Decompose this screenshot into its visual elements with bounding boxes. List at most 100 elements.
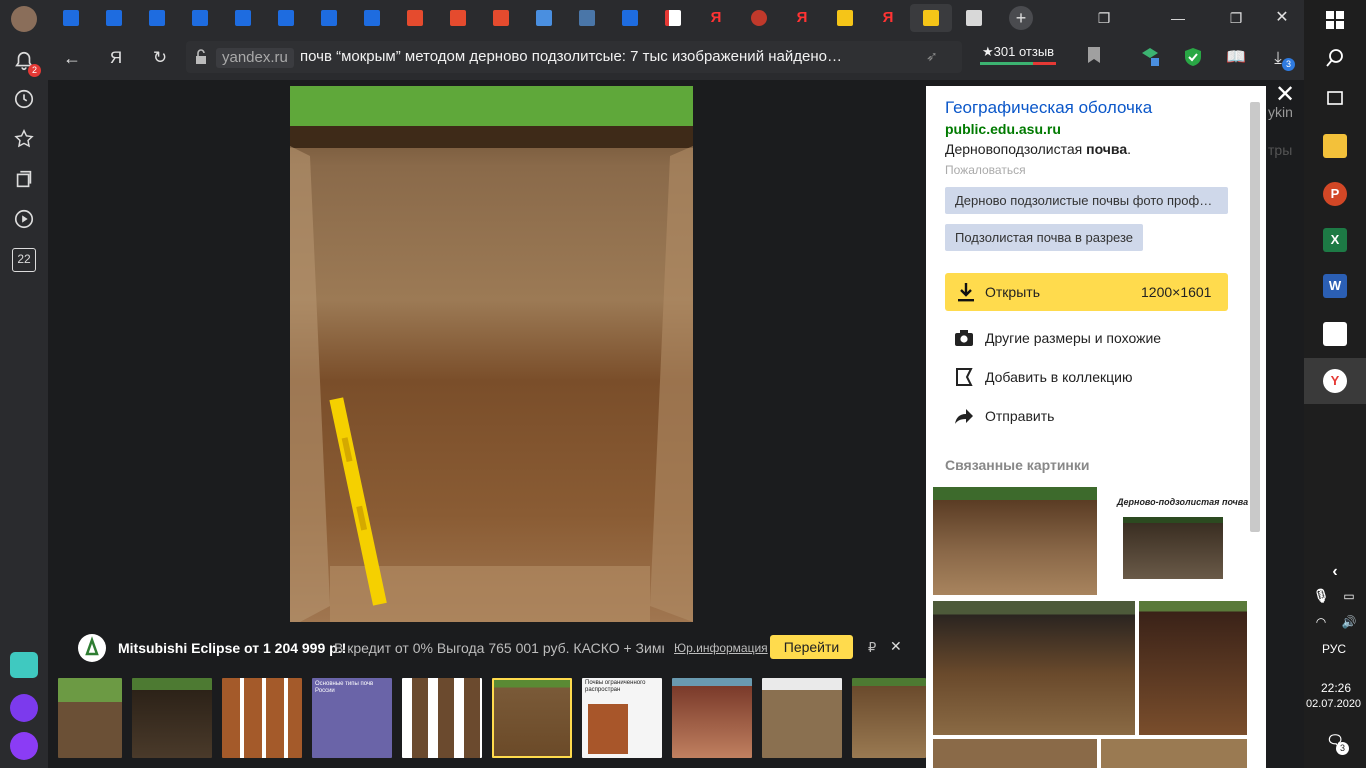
thumbnail-6-selected[interactable] — [492, 678, 572, 758]
tab-vivaldi-1[interactable] — [396, 4, 434, 32]
restore-button[interactable]: ❐ — [1224, 6, 1248, 30]
other-sizes-label: Другие размеры и похожие — [985, 330, 1162, 346]
microphone-icon[interactable]: 🎙 — [1312, 584, 1330, 608]
bookmark-icon[interactable] — [1082, 46, 1106, 70]
task-view-icon[interactable] — [1323, 88, 1347, 112]
calendar-icon[interactable]: 22 — [12, 248, 36, 272]
battery-icon[interactable]: ▭ — [1338, 584, 1360, 608]
ad-currency-icon: ₽ — [868, 640, 877, 655]
yandex-browser-icon[interactable]: Y — [1323, 369, 1347, 393]
thumbnail-9[interactable] — [762, 678, 842, 758]
tab-mail-3[interactable] — [138, 4, 176, 32]
report-link[interactable]: Пожаловаться — [945, 163, 1026, 177]
open-image-button[interactable]: Открыть 1200×1601 — [945, 273, 1228, 311]
volume-icon[interactable]: 🔊 — [1338, 610, 1360, 634]
ad-cta-button[interactable]: Перейти — [770, 635, 853, 659]
video-play-icon[interactable] — [12, 208, 36, 232]
tab-mail-6[interactable] — [267, 4, 305, 32]
chevron-up-icon[interactable]: ‹ — [1323, 560, 1347, 584]
new-tab-button[interactable]: + — [1009, 6, 1033, 30]
history-icon[interactable] — [12, 88, 36, 112]
tab-vivaldi-2[interactable] — [439, 4, 477, 32]
reviews-badge[interactable]: ★301 отзыв — [978, 44, 1058, 68]
related-image-4[interactable] — [1139, 601, 1247, 735]
related-image-5[interactable] — [933, 739, 1097, 768]
thumbnail-3[interactable] — [222, 678, 302, 758]
ad-close-icon[interactable]: ✕ — [890, 638, 902, 655]
thumbnail-10[interactable] — [852, 678, 926, 758]
excel-icon[interactable]: X — [1323, 228, 1347, 252]
panel-scrollbar[interactable] — [1250, 102, 1260, 532]
messenger-app-icon[interactable] — [10, 652, 38, 678]
tab-chat[interactable] — [525, 4, 563, 32]
minimize-button[interactable]: — — [1166, 6, 1190, 30]
alice-icon[interactable] — [10, 732, 38, 760]
source-description: Дерновоподзолистая почва. — [945, 141, 1131, 157]
main-image[interactable] — [290, 86, 693, 622]
source-title[interactable]: Географическая оболочка — [945, 98, 1152, 118]
tab-mail-1[interactable] — [52, 4, 90, 32]
tab-mail-4[interactable] — [181, 4, 219, 32]
tag-chip-2[interactable]: Подзолистая почва в разрезе — [945, 224, 1144, 251]
tab-package[interactable] — [955, 4, 993, 32]
tab-vk[interactable] — [568, 4, 606, 32]
tab-yandex-1[interactable]: Я — [697, 4, 735, 32]
thumbnail-4[interactable]: Основные типы почв России — [312, 678, 392, 758]
collections-icon[interactable] — [12, 168, 36, 192]
other-sizes-action[interactable]: Другие размеры и похожие — [954, 326, 1214, 350]
reader-icon[interactable]: 📖 — [1224, 46, 1248, 70]
share-action[interactable]: Отправить — [954, 404, 1214, 428]
windows-start-icon[interactable] — [1323, 10, 1347, 34]
clock-date[interactable]: 02.07.2020 — [1306, 698, 1361, 710]
back-button[interactable]: ← — [60, 46, 84, 70]
related-image-6[interactable] — [1101, 739, 1247, 768]
close-window-button[interactable]: ✕ — [1270, 6, 1294, 30]
rocket-icon[interactable]: ➶ — [926, 48, 944, 66]
tabs-menu-icon[interactable]: ❐ — [1092, 6, 1116, 30]
avatar[interactable] — [11, 6, 37, 32]
close-viewer-button[interactable]: ✕ — [1272, 82, 1298, 108]
thumbnail-1[interactable] — [58, 678, 122, 758]
tab-pdf[interactable] — [654, 4, 692, 32]
input-language[interactable]: РУС — [1322, 642, 1346, 656]
source-domain[interactable]: public.edu.asu.ru — [945, 121, 1061, 137]
thumbnail-8[interactable] — [672, 678, 752, 758]
store-icon[interactable] — [1323, 322, 1347, 346]
wifi-icon[interactable]: ◠ — [1312, 610, 1330, 634]
tab-mail-7[interactable] — [310, 4, 348, 32]
reload-button[interactable]: ↻ — [148, 46, 172, 70]
tab-yandex-3[interactable]: Я — [869, 4, 907, 32]
reviews-text: ★301 отзыв — [982, 44, 1055, 59]
tab-mail-9[interactable] — [611, 4, 649, 32]
ad-legal-link[interactable]: Юр.информация — [674, 641, 768, 655]
explorer-icon[interactable] — [1323, 134, 1347, 158]
clock-time[interactable]: 22:26 — [1321, 681, 1351, 695]
star-icon[interactable] — [12, 128, 36, 152]
related-image-2[interactable]: Дерново-подзолистая почва — [1107, 487, 1248, 595]
thumbnail-4-caption: Основные типы почв России — [315, 681, 374, 694]
related-image-1[interactable] — [933, 487, 1097, 595]
thumbnail-7[interactable]: Почвы ограниченного распростран — [582, 678, 662, 758]
tab-mail-2[interactable] — [95, 4, 133, 32]
thumbnail-5[interactable] — [402, 678, 482, 758]
thumbnail-2[interactable] — [132, 678, 212, 758]
music-app-icon[interactable] — [10, 694, 38, 722]
extension-icon[interactable] — [1138, 46, 1162, 70]
add-collection-action[interactable]: Добавить в коллекцию — [954, 365, 1214, 389]
search-icon[interactable] — [1323, 48, 1347, 72]
tab-yandex-2[interactable]: Я — [783, 4, 821, 32]
ad-title[interactable]: Mitsubishi Eclipse от 1 204 999 р.! — [118, 640, 346, 656]
tag-chip-1[interactable]: Дерново подзолистые почвы фото проф… — [945, 187, 1228, 214]
protect-shield-icon[interactable] — [1181, 46, 1205, 70]
powerpoint-icon[interactable]: P — [1323, 182, 1347, 206]
yandex-home-icon[interactable]: Я — [104, 46, 128, 70]
tab-mail-8[interactable] — [353, 4, 391, 32]
tab-images-1[interactable] — [826, 4, 864, 32]
tab-images-active[interactable] — [910, 4, 952, 32]
word-icon[interactable]: W — [1323, 274, 1347, 298]
tab-mail-5[interactable] — [224, 4, 262, 32]
address-bar[interactable]: yandex.ru почв “мокрым” методом дерново … — [186, 41, 962, 73]
tab-site[interactable] — [740, 4, 778, 32]
tab-vivaldi-3[interactable] — [482, 4, 520, 32]
related-image-3[interactable] — [933, 601, 1135, 735]
